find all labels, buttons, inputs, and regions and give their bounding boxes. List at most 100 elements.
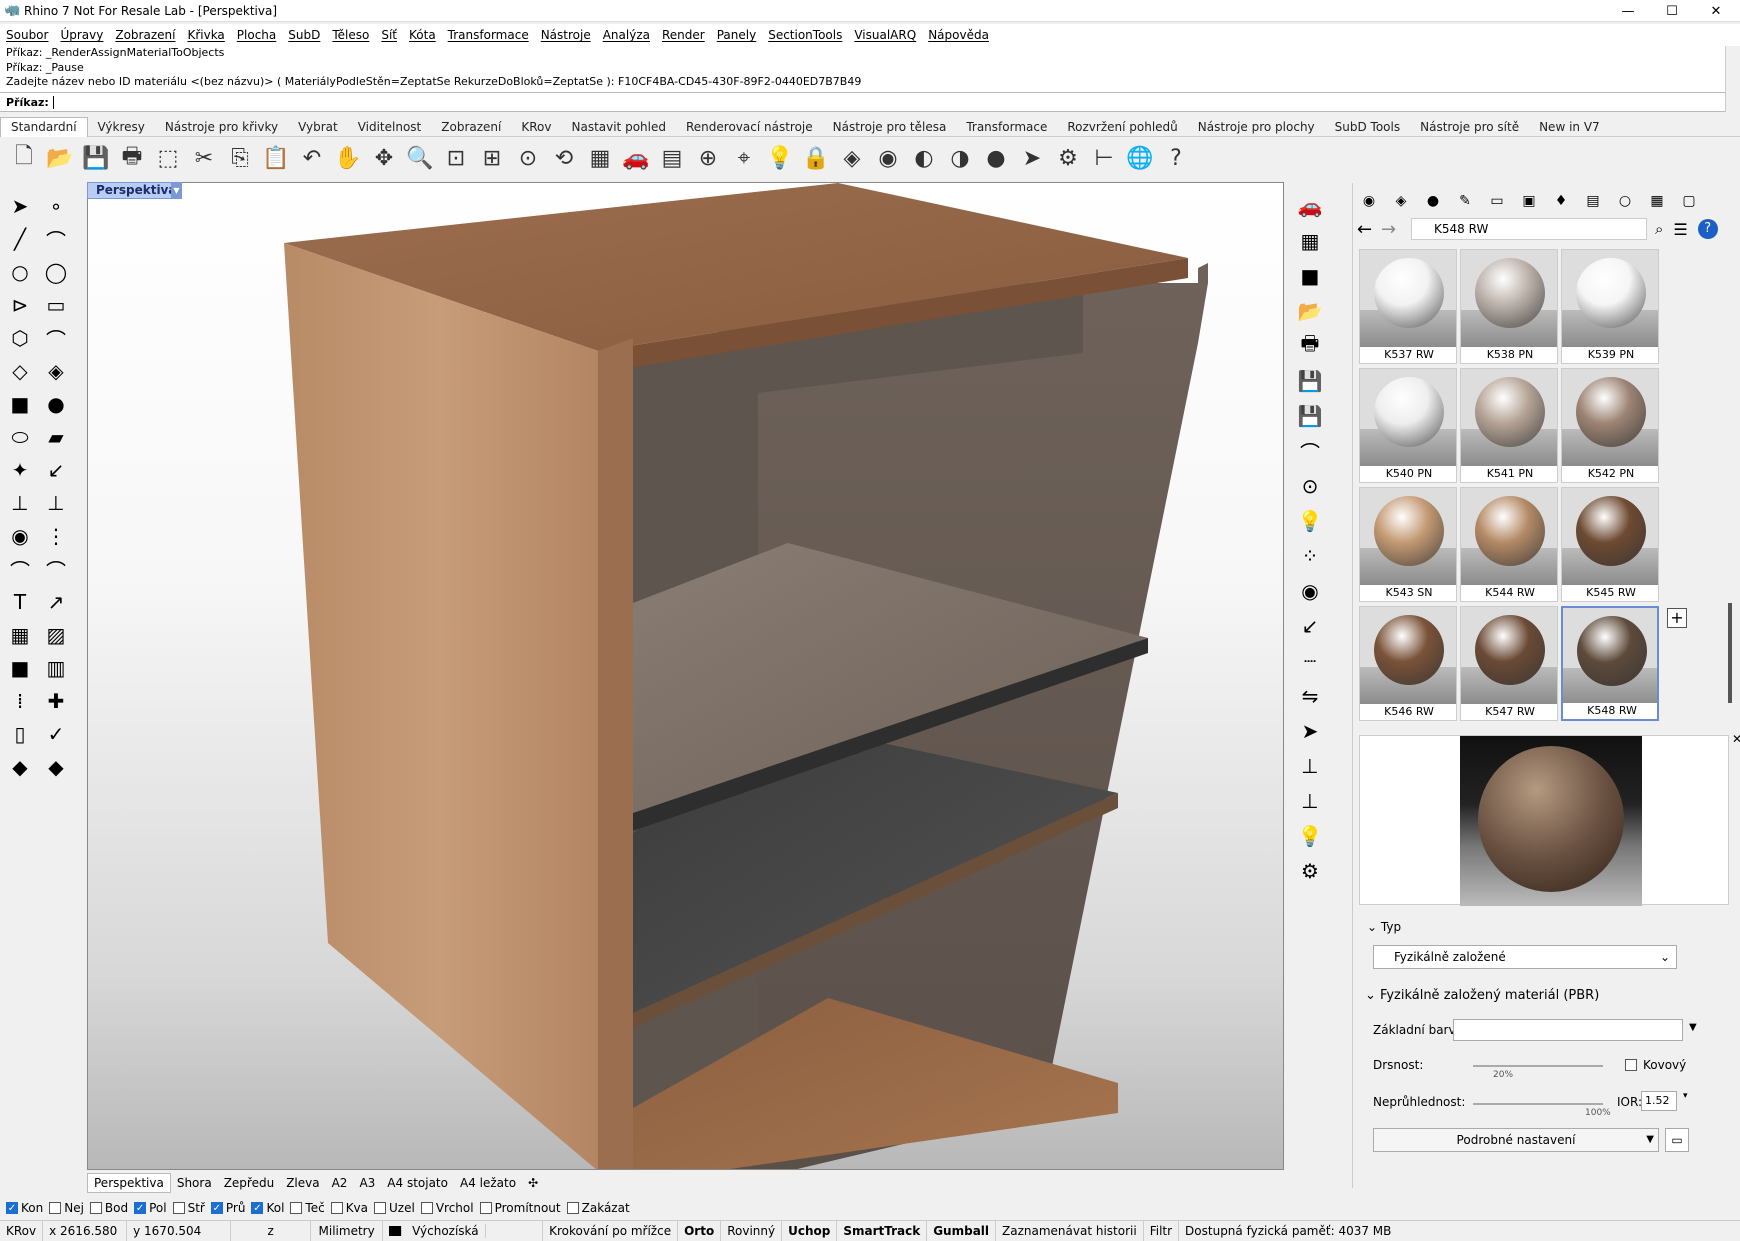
color-wheel-icon[interactable]: ◉ (1357, 191, 1381, 211)
print-icon[interactable]: 🖶 (116, 142, 148, 174)
menu-item[interactable]: SubD (282, 28, 326, 42)
menu-item[interactable]: Těleso (326, 28, 375, 42)
left-tool-icon[interactable]: ⌒ (4, 553, 36, 585)
left-tool-icon[interactable]: ▭ (40, 289, 72, 321)
material-swatch[interactable]: K537 RW (1359, 249, 1457, 364)
document-icon[interactable]: ▤ (1581, 191, 1605, 211)
viewport-menu-chevron-icon[interactable]: ▼ (171, 183, 182, 198)
left-tool-icon[interactable]: ✚ (40, 685, 72, 717)
environment-icon[interactable]: ● (1421, 191, 1445, 211)
paste-icon[interactable]: 📋 (260, 142, 292, 174)
add-material-button[interactable]: + (1667, 608, 1687, 628)
material-swatch[interactable]: K546 RW (1359, 606, 1457, 721)
toolbar-tab[interactable]: Nastavit pohled (561, 120, 676, 134)
left-tool-icon[interactable]: ▦ (4, 619, 36, 651)
opacity-slider[interactable] (1473, 1103, 1603, 1105)
left-tool-icon[interactable]: ▯ (4, 718, 36, 750)
left-tool-icon[interactable]: ◆ (4, 751, 36, 783)
monitor-icon[interactable]: ▢ (1677, 191, 1701, 211)
menu-item[interactable]: Transformace (442, 28, 535, 42)
menu-item[interactable]: Soubor (0, 28, 54, 42)
folder-icon[interactable]: ▭ (1485, 191, 1509, 211)
left-tool-icon[interactable]: ○ (4, 256, 36, 288)
roughness-slider[interactable] (1473, 1065, 1603, 1067)
toolbar-tab[interactable]: Výkresy (88, 120, 155, 134)
zoom-extents-icon[interactable]: ⊞ (476, 142, 508, 174)
toolbar-tab[interactable]: Transformace (956, 120, 1057, 134)
car-icon[interactable]: 🚗 (620, 142, 652, 174)
toolbar-tab[interactable]: Standardní (0, 116, 88, 137)
pan-hand-icon[interactable]: ✋ (332, 142, 364, 174)
viewport-tab[interactable]: Zepředu (218, 1176, 281, 1190)
menu-item[interactable]: Zobrazení (109, 28, 181, 42)
material-swatch[interactable]: K548 RW (1561, 606, 1659, 721)
new-file-icon[interactable]: 🗋 (8, 142, 40, 174)
zoom-icon[interactable]: 🔍 (404, 142, 436, 174)
perspective-viewport[interactable] (87, 182, 1284, 1170)
help-icon[interactable]: ? (1160, 142, 1192, 174)
viewport-label[interactable]: Perspektiva ▼ (87, 182, 182, 199)
right-tool-icon[interactable]: 💡 (1294, 820, 1326, 852)
toolbar-tab[interactable]: Renderovací nástroje (676, 120, 823, 134)
display-icon[interactable]: ▣ (1517, 191, 1541, 211)
toolbar-tab[interactable]: KRov (511, 120, 561, 134)
set-cplane-icon[interactable]: ⊕ (692, 142, 724, 174)
right-tool-icon[interactable]: ⊥ (1294, 785, 1326, 817)
command-scrollbar[interactable] (1725, 46, 1740, 112)
right-tool-icon[interactable]: ⊥ (1294, 750, 1326, 782)
menu-item[interactable]: Render (656, 28, 711, 42)
pointer-icon[interactable]: ➤ (1016, 142, 1048, 174)
right-tool-icon[interactable]: ➤ (1294, 715, 1326, 747)
right-tool-icon[interactable]: ┈ (1294, 645, 1326, 677)
notification-icon[interactable]: ♦ (1549, 191, 1573, 211)
toolbar-tab[interactable]: SubD Tools (1325, 120, 1410, 134)
toolbar-tab[interactable]: Viditelnost (348, 120, 432, 134)
material-swatch[interactable]: K539 PN (1561, 249, 1659, 364)
left-tool-icon[interactable]: ● (40, 388, 72, 420)
material-swatch[interactable]: K542 PN (1561, 368, 1659, 483)
left-tool-icon[interactable]: ▨ (40, 619, 72, 651)
four-viewports-icon[interactable]: ▦ (584, 142, 616, 174)
right-tool-icon[interactable]: ⇋ (1294, 680, 1326, 712)
layer-indicator[interactable]: Výchozíská (383, 1220, 544, 1241)
left-tool-icon[interactable]: ✦ (4, 454, 36, 486)
osnap-checkbox[interactable]: Teč (290, 1201, 325, 1215)
save-icon[interactable]: 💾 (80, 142, 112, 174)
material-swatch[interactable]: K544 RW (1460, 487, 1558, 602)
rendered-icon[interactable]: ◑ (944, 142, 976, 174)
right-tool-icon[interactable]: ▦ (1294, 225, 1326, 257)
rotate-view-icon[interactable]: ✥ (368, 142, 400, 174)
material-swatch[interactable]: K543 SN (1359, 487, 1457, 602)
maximize-button[interactable]: ☐ (1650, 0, 1694, 22)
ior-input[interactable]: 1.52 (1641, 1091, 1677, 1111)
viewport-tab[interactable]: A2 (326, 1176, 354, 1190)
right-tool-icon[interactable]: 💡 (1294, 505, 1326, 537)
right-tool-icon[interactable]: ◉ (1294, 575, 1326, 607)
menu-item[interactable]: Nástroje (535, 28, 597, 42)
open-folder-icon[interactable]: 📂 (44, 142, 76, 174)
osnap-checkbox[interactable]: Nej (49, 1201, 84, 1215)
osnap-checkbox[interactable]: Bod (89, 1201, 128, 1215)
toolbar-tab[interactable]: Zobrazení (431, 120, 511, 134)
texture-icon[interactable]: ✎ (1453, 191, 1477, 211)
viewport-tab[interactable]: A4 stojato (381, 1176, 454, 1190)
snap-icon[interactable]: ⌖ (728, 142, 760, 174)
left-tool-icon[interactable]: ⁞ (4, 685, 36, 717)
forward-arrow-icon[interactable]: → (1381, 219, 1405, 240)
ior-dropdown-icon[interactable]: ▾ (1683, 1091, 1688, 1101)
left-tool-icon[interactable]: ▰ (40, 421, 72, 453)
left-tool-icon[interactable]: ⌒ (40, 553, 72, 585)
left-tool-icon[interactable]: T (4, 586, 36, 618)
ortho-toggle[interactable]: Orto (678, 1220, 722, 1241)
toolbar-tab[interactable]: Nástroje pro sítě (1410, 120, 1529, 134)
light-bulb-icon[interactable]: 💡 (764, 142, 796, 174)
menu-item[interactable]: Analýza (597, 28, 656, 42)
sphere-icon[interactable]: ● (980, 142, 1012, 174)
grid-snap-toggle[interactable]: Krokování po mřížce (543, 1220, 679, 1241)
viewport-tab[interactable]: Perspektiva (87, 1173, 171, 1193)
history-toggle[interactable]: Zaznamenávat historii (996, 1220, 1144, 1241)
left-tool-icon[interactable]: ⊳ (4, 289, 36, 321)
undo-icon[interactable]: ↶ (296, 142, 328, 174)
toolbar-tab[interactable]: Rozvržení pohledů (1057, 120, 1187, 134)
gumball-toggle[interactable]: Gumball (927, 1220, 997, 1241)
